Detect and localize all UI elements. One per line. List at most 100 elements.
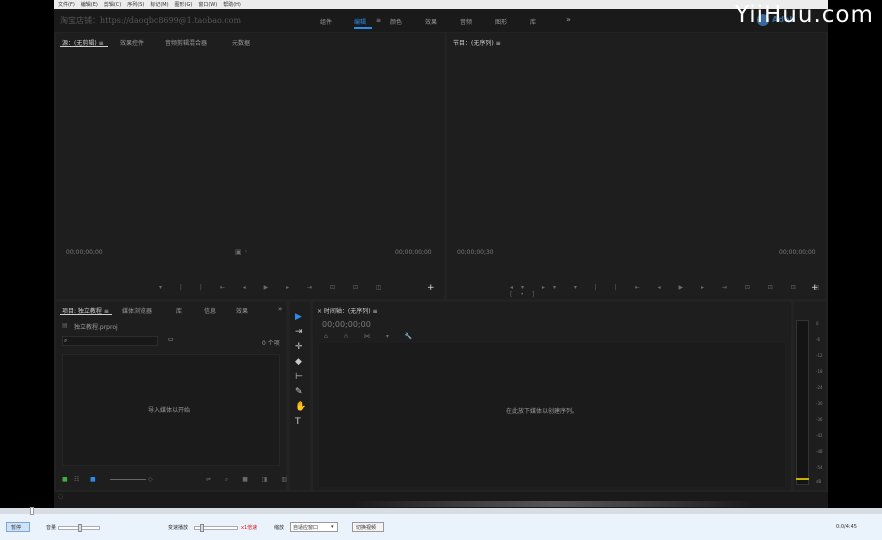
timeline-drop-area[interactable] — [319, 343, 785, 487]
menu-sequence[interactable]: 序列(S) — [127, 1, 144, 8]
vu-scale-0: 0 — [816, 321, 819, 326]
workspace-more-icon[interactable]: » — [566, 15, 571, 24]
site-watermark: YiiHuu.com — [735, 2, 874, 28]
program-monitor-panel — [447, 33, 826, 299]
tab-libraries[interactable]: 库 — [176, 306, 182, 315]
source-add-button[interactable]: + — [427, 283, 435, 293]
vu-scale-12: -12 — [816, 353, 823, 358]
workspace-color[interactable]: 颜色 — [390, 17, 402, 26]
selection-tool-icon[interactable]: ▶ — [295, 312, 302, 322]
hand-tool-icon[interactable]: ✋ — [295, 402, 306, 412]
menu-edit[interactable]: 编辑(E) — [81, 1, 98, 8]
program-timecode-right: 00;00;00;00 — [779, 249, 816, 256]
chevron-down-icon: ▾ — [331, 524, 334, 530]
zoom-slider[interactable] — [110, 479, 146, 480]
tab-info[interactable]: 信息 — [204, 306, 216, 315]
workspace-audio[interactable]: 音频 — [460, 17, 472, 26]
pause-label: 暂停 — [11, 525, 22, 531]
search-icon: ⌕ — [64, 337, 68, 344]
timeline-tool-buttons[interactable]: ⌂ ∩ ⋈ ▾ 🔧 — [324, 333, 419, 340]
workspace-active-indicator — [354, 27, 372, 29]
pen-tool-icon[interactable]: ✎ — [295, 387, 303, 397]
menu-bar: 文件(F) 编辑(E) 剪辑(C) 序列(S) 标记(M) 图形(G) 窗口(W… — [54, 0, 828, 9]
project-search-input[interactable] — [62, 336, 158, 346]
workspace-effects[interactable]: 效果 — [425, 17, 437, 26]
screen: 文件(F) 编辑(E) 剪辑(C) 序列(S) 标记(M) 图形(G) 窗口(W… — [0, 0, 882, 540]
vu-scale-6: -6 — [816, 337, 820, 342]
source-timecode-right: 00;00;00;00 — [395, 249, 432, 256]
menu-help[interactable]: 帮助(H) — [223, 1, 241, 8]
workspace-editing[interactable]: 编辑 — [354, 17, 366, 26]
project-tab-underline — [60, 314, 112, 315]
source-timecode-left[interactable]: 00;00;00;00 — [66, 249, 103, 256]
program-transport-controls[interactable]: ◂▾ ▸▾ ▾ | | ⇤ ◂ ▶ ▸ ⇥ ⊡ ⊡ ⊡ ◫ [•] — [510, 284, 828, 298]
menu-file[interactable]: 文件(F) — [58, 1, 75, 8]
project-file-name: 独立教程.prproj — [74, 324, 118, 331]
list-view-icon[interactable]: ☷ — [74, 476, 79, 483]
video-thumbnail-strip — [354, 501, 754, 507]
source-monitor-panel — [56, 33, 444, 299]
type-tool-icon[interactable]: T — [295, 417, 301, 427]
ripple-edit-tool-icon[interactable]: ✛ — [295, 342, 303, 352]
timeline-empty-hint: 在此放下媒体以创建序列。 — [506, 408, 579, 415]
icon-view-icon[interactable]: ■ — [90, 476, 96, 483]
source-transport-controls[interactable]: ▾ | | ⇤ ◂ ▶ ▸ ⇥ ⊡ ⊡ ◫ — [159, 284, 390, 291]
volume-label: 音量 — [46, 525, 57, 531]
speed-label: 变速播放 — [168, 525, 189, 531]
project-more-tabs-icon[interactable]: » — [278, 305, 282, 313]
new-bin-from-search-icon[interactable]: ▭ — [168, 336, 174, 343]
vu-scale-54: -54 — [816, 465, 823, 470]
player-control-bar: 暂停 音量 变速播放 x1倍速 缩放 自适应窗口 ▾ 切换视频 0:0/4:45 — [0, 507, 882, 540]
vu-scale-30: -30 — [816, 401, 823, 406]
source-tab-underline — [60, 46, 108, 47]
source-fit-icon[interactable]: ▣ ◦ — [235, 248, 248, 256]
vu-scale-48: -48 — [816, 449, 823, 454]
tab-program[interactable]: 节目：(无序列) ≡ — [453, 38, 501, 47]
volume-knob[interactable] — [78, 524, 82, 532]
tab-media-browser[interactable]: 媒体浏览器 — [122, 306, 152, 315]
timeline-timecode[interactable]: 00;00;00;00 — [322, 320, 371, 329]
menu-window[interactable]: 窗口(W) — [198, 1, 217, 8]
tab-metadata[interactable]: 元数据 — [232, 38, 250, 47]
project-file-icon: ▤ — [62, 322, 68, 329]
razor-tool-icon[interactable]: ◆ — [295, 357, 302, 367]
audio-meter-bar — [796, 320, 809, 485]
vu-scale-18: -18 — [816, 369, 823, 374]
project-items-count: 0 个项 — [262, 340, 280, 347]
tab-effects[interactable]: 效果 — [236, 306, 248, 315]
playback-time: 0:0/4:45 — [836, 524, 857, 530]
premiere-window: 文件(F) 编辑(E) 剪辑(C) 序列(S) 标记(M) 图形(G) 窗口(W… — [54, 0, 828, 508]
program-add-button[interactable]: + — [811, 283, 819, 293]
shop-overlay-text: 淘宝店铺：https://daoqbc8699@1.taobao.com — [60, 16, 242, 25]
lock-icon[interactable]: ■ — [62, 476, 68, 483]
speed-value: x1倍速 — [241, 525, 258, 531]
status-icon: ◌ — [58, 493, 64, 500]
speed-knob[interactable] — [200, 524, 204, 532]
menu-graphics[interactable]: 图形(G) — [175, 1, 193, 8]
zoom-select-value: 自适应窗口 — [293, 525, 319, 531]
vu-scale-36: -36 — [816, 417, 823, 422]
sort-icon[interactable]: ◇ — [148, 476, 153, 483]
workspace-libraries[interactable]: 库 — [530, 17, 536, 26]
tab-timeline[interactable]: × 时间轴：(无序列) ≡ — [317, 306, 378, 315]
tab-audio-clip-mixer[interactable]: 音频剪辑混合器 — [165, 38, 207, 47]
audio-meter-level — [796, 478, 809, 480]
zoom-label: 缩放 — [274, 525, 285, 531]
menu-marker[interactable]: 标记(M) — [150, 1, 168, 8]
workspace-assembly[interactable]: 组件 — [320, 17, 332, 26]
seek-bar[interactable] — [0, 508, 882, 514]
vu-scale-42: -42 — [816, 433, 823, 438]
switch-video-label: 切换视频 — [356, 525, 377, 531]
track-select-tool-icon[interactable]: ⇥ — [295, 327, 303, 337]
vu-scale-24: -24 — [816, 385, 823, 390]
workspace-graphics[interactable]: 图形 — [495, 17, 507, 26]
workspace-menu-icon[interactable]: ≡ — [376, 17, 381, 24]
seek-knob[interactable] — [30, 507, 34, 515]
project-bottom-buttons[interactable]: ⇌ ⌕ ■ ◨ ▥ — [206, 476, 293, 484]
slip-tool-icon[interactable]: ⊢ — [295, 372, 303, 382]
tab-effect-controls[interactable]: 效果控件 — [120, 38, 144, 47]
menu-clip[interactable]: 剪辑(C) — [104, 1, 121, 8]
vu-scale-db: dB — [816, 479, 822, 484]
program-timecode-left[interactable]: 00;00;00;30 — [457, 249, 494, 256]
project-empty-hint: 导入媒体以开始 — [148, 407, 191, 414]
